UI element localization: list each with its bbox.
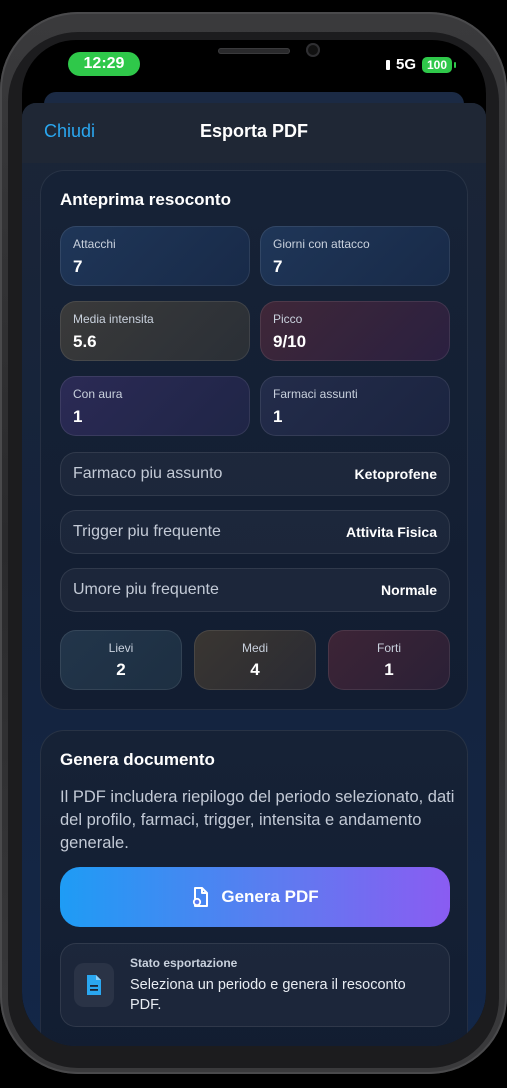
front-camera [306, 43, 320, 57]
info-value: Ketoprofene [354, 466, 437, 482]
info-value: Normale [380, 582, 437, 598]
severity-label: Forti [377, 641, 401, 655]
stat-tile-attacchi: Attacchi 7 [60, 226, 250, 286]
info-value: Attivita Fisica [345, 524, 437, 540]
severity-value: 1 [384, 660, 394, 679]
network-label: 5G [395, 56, 416, 73]
stat-tile-farmaci: Farmaci assunti 1 [260, 376, 450, 436]
stat-value: 5.6 [73, 332, 97, 351]
phone-screen: 12:29 5G 100 Chiudi Esporta PDF Anteprim… [22, 40, 486, 1046]
generate-card: Genera documento Il PDF includera riepil… [40, 730, 468, 1046]
info-label: Umore piu frequente [73, 581, 219, 598]
stat-value: 1 [273, 407, 283, 426]
page-title: Esporta PDF [199, 121, 309, 141]
export-status-box: Stato esportazione Seleziona un periodo … [60, 943, 450, 1027]
speaker-grille [218, 48, 290, 54]
stat-label: Attacchi [73, 237, 116, 251]
stat-tile-giorni: Giorni con attacco 7 [260, 226, 450, 286]
generate-pdf-label: Genera PDF [221, 887, 319, 906]
stat-tile-picco: Picco 9/10 [260, 301, 450, 361]
status-text: Seleziona un periodo e genera il resocon… [130, 977, 406, 1013]
severity-value: 2 [116, 660, 126, 679]
preview-title: Anteprima resoconto [60, 190, 231, 209]
notch [126, 40, 382, 78]
generate-pdf-button[interactable]: Genera PDF [60, 867, 450, 927]
stat-label: Farmaci assunti [273, 387, 358, 401]
signal-icon [385, 59, 390, 70]
stat-label: Giorni con attacco [273, 237, 370, 251]
severity-label: Lievi [108, 641, 134, 655]
info-row-umore: Umore piu frequente Normale [60, 568, 450, 612]
stat-value: 7 [73, 257, 83, 276]
severity-tile-medi: Medi 4 [194, 630, 316, 690]
stat-label: Con aura [73, 387, 123, 401]
info-row-farmaco: Farmaco piu assunto Ketoprofene [60, 452, 450, 496]
info-label: Trigger piu frequente [73, 523, 221, 540]
severity-value: 4 [250, 660, 260, 679]
status-indicators: 5G 100 [385, 56, 456, 73]
stat-value: 1 [73, 407, 83, 426]
stat-tile-aura: Con aura 1 [60, 376, 250, 436]
document-icon [87, 975, 101, 995]
severity-label: Medi [241, 641, 268, 655]
stat-label: Media intensita [73, 312, 154, 326]
severity-tile-forti: Forti 1 [328, 630, 450, 690]
info-row-trigger: Trigger piu frequente Attivita Fisica [60, 510, 450, 554]
status-time: 12:29 [68, 52, 140, 76]
export-sheet: Chiudi Esporta PDF Anteprima resoconto A… [22, 103, 486, 1046]
document-export-icon [193, 887, 209, 907]
generate-description: Il PDF includera riepilogo del periodo s… [60, 788, 455, 852]
stat-label: Picco [273, 312, 303, 326]
preview-card: Anteprima resoconto Attacchi 7 Giorni co… [40, 170, 468, 710]
stat-value: 9/10 [273, 332, 307, 351]
status-label: Stato esportazione [130, 956, 238, 970]
battery-tip [454, 61, 456, 68]
battery-icon: 100 [422, 56, 452, 73]
stat-value: 7 [273, 257, 283, 276]
severity-tile-lievi: Lievi 2 [60, 630, 182, 690]
sheet-header: Chiudi Esporta PDF [22, 103, 486, 163]
stat-tile-media: Media intensita 5.6 [60, 301, 250, 361]
status-icon-container [74, 963, 114, 1007]
info-label: Farmaco piu assunto [73, 465, 223, 482]
severity-row: Lievi 2 Medi 4 Forti 1 [60, 630, 452, 692]
generate-title: Genera documento [60, 750, 215, 769]
